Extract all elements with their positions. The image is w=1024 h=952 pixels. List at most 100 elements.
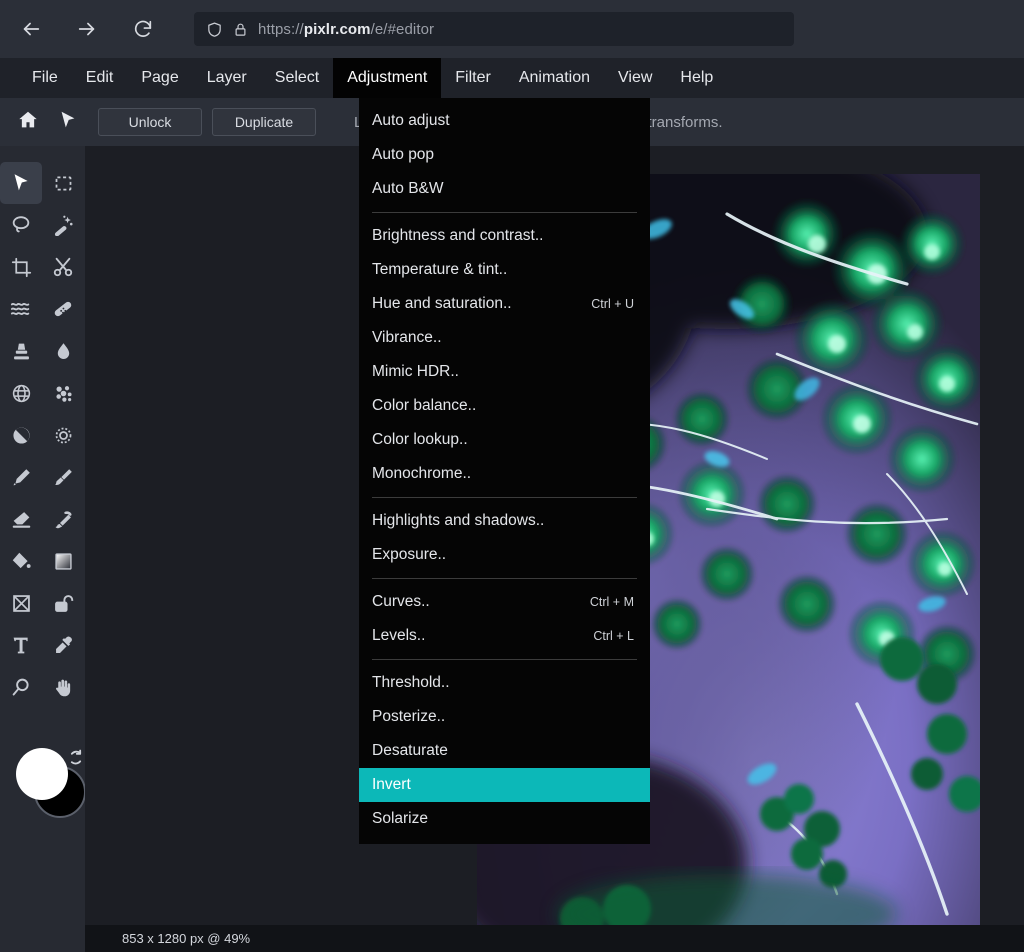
menu-item-filter[interactable]: Filter	[441, 58, 505, 98]
menu-option-desaturate[interactable]: Desaturate	[359, 734, 650, 768]
menu-item-animation[interactable]: Animation	[505, 58, 604, 98]
brush-tool[interactable]	[42, 456, 84, 498]
menu-item-view[interactable]: View	[604, 58, 666, 98]
menu-option-threshold[interactable]: Threshold..	[359, 666, 650, 700]
toolbar-cursor-button[interactable]	[48, 102, 88, 142]
mesh-tool[interactable]	[0, 372, 42, 414]
gear-icon	[53, 425, 74, 446]
lasso-select-tool[interactable]	[0, 204, 42, 246]
smudge-brush-icon	[53, 509, 74, 530]
forward-button[interactable]	[70, 12, 104, 46]
globe-grid-icon	[11, 383, 32, 404]
menu-option-temperature-tint[interactable]: Temperature & tint..	[359, 253, 650, 287]
magnifier-icon	[11, 677, 32, 698]
text-tool[interactable]	[0, 624, 42, 666]
browser-toolbar: https://pixlr.com/e/#editor	[0, 0, 1024, 58]
menu-option-hue-and-saturation[interactable]: Hue and saturation..Ctrl + U	[359, 287, 650, 321]
crop-tool[interactable]	[0, 246, 42, 288]
duplicate-button[interactable]: Duplicate	[212, 108, 316, 136]
swap-arrow-icon[interactable]	[66, 748, 86, 768]
menu-option-label: Temperature & tint..	[372, 261, 507, 279]
status-bar: 853 x 1280 px @ 49%	[85, 925, 1024, 952]
menu-option-color-lookup[interactable]: Color lookup..	[359, 423, 650, 457]
sharpen-tool[interactable]	[42, 414, 84, 456]
url-path: /e/#editor	[371, 21, 435, 38]
color-picker-tool[interactable]	[42, 624, 84, 666]
menu-option-label: Solarize	[372, 810, 428, 828]
menu-option-levels[interactable]: Levels..Ctrl + L	[359, 619, 650, 653]
url-bar[interactable]: https://pixlr.com/e/#editor	[194, 12, 794, 46]
unlock-button[interactable]: Unlock	[98, 108, 202, 136]
menu-option-invert[interactable]: Invert	[359, 768, 650, 802]
menu-option-auto-pop[interactable]: Auto pop	[359, 138, 650, 172]
shape-tool[interactable]	[0, 582, 42, 624]
menu-option-label: Auto pop	[372, 146, 434, 164]
magic-wand-tool[interactable]	[42, 204, 84, 246]
menu-option-mimic-hdr[interactable]: Mimic HDR..	[359, 355, 650, 389]
menu-item-adjustment[interactable]: Adjustment	[333, 58, 441, 98]
blur-tool[interactable]	[42, 330, 84, 372]
menu-option-label: Mimic HDR..	[372, 363, 459, 381]
reload-button[interactable]	[126, 12, 160, 46]
heal-tool[interactable]	[42, 288, 84, 330]
cutout-tool[interactable]	[42, 246, 84, 288]
menu-option-shortcut: Ctrl + U	[591, 297, 634, 311]
menu-option-label: Invert	[372, 776, 411, 794]
water-drop-icon	[53, 341, 74, 362]
menu-option-auto-b-w[interactable]: Auto B&W	[359, 172, 650, 206]
menu-option-exposure[interactable]: Exposure..	[359, 538, 650, 572]
detail-tool[interactable]	[42, 372, 84, 414]
menu-option-color-balance[interactable]: Color balance..	[359, 389, 650, 423]
lasso-icon	[10, 214, 32, 236]
menu-item-page[interactable]: Page	[127, 58, 192, 98]
menu-item-edit[interactable]: Edit	[72, 58, 128, 98]
menu-option-brightness-and-contrast[interactable]: Brightness and contrast..	[359, 219, 650, 253]
home-button[interactable]	[8, 102, 48, 142]
menu-option-vibrance[interactable]: Vibrance..	[359, 321, 650, 355]
dodge-burn-tool[interactable]	[0, 414, 42, 456]
menu-option-solarize[interactable]: Solarize	[359, 802, 650, 836]
menu-item-help[interactable]: Help	[666, 58, 727, 98]
clone-stamp-tool[interactable]	[0, 330, 42, 372]
color-swatch[interactable]	[8, 742, 86, 822]
paint-bucket-tool[interactable]	[0, 540, 42, 582]
menu-option-auto-adjust[interactable]: Auto adjust	[359, 104, 650, 138]
liquify-tool[interactable]	[0, 288, 42, 330]
stamp-icon	[11, 341, 32, 362]
menu-option-label: Monochrome..	[372, 465, 471, 483]
foreground-color-swatch[interactable]	[16, 748, 68, 800]
document-info: 853 x 1280 px @ 49%	[122, 931, 250, 946]
menu-separator	[372, 212, 637, 213]
menu-option-curves[interactable]: Curves.. Ctrl + M	[359, 585, 650, 619]
menu-separator	[372, 578, 637, 579]
application-menubar: FileEditPageLayerSelectAdjustmentFilterA…	[0, 58, 1024, 98]
menu-item-file[interactable]: File	[18, 58, 72, 98]
menu-option-label: Curves..	[372, 593, 430, 611]
smudge-tool[interactable]	[42, 498, 84, 540]
shield-icon[interactable]	[206, 21, 223, 38]
menu-option-posterize[interactable]: Posterize..	[359, 700, 650, 734]
arrange-tool[interactable]	[0, 162, 42, 204]
lock-tool[interactable]	[42, 582, 84, 624]
eyedropper-icon	[53, 635, 74, 656]
menu-item-layer[interactable]: Layer	[193, 58, 261, 98]
lock-icon[interactable]	[233, 22, 248, 37]
zoom-tool[interactable]	[0, 666, 42, 708]
menu-option-label: Auto B&W	[372, 180, 444, 198]
adjustment-dropdown-menu[interactable]: Auto adjust Auto pop Auto B&W Brightness an…	[359, 98, 650, 844]
pen-tool[interactable]	[0, 456, 42, 498]
menu-item-select[interactable]: Select	[261, 58, 333, 98]
hand-tool[interactable]	[42, 666, 84, 708]
eraser-tool[interactable]	[0, 498, 42, 540]
menu-option-monochrome[interactable]: Monochrome..	[359, 457, 650, 491]
menu-option-label: Threshold..	[372, 674, 450, 692]
gradient-tool[interactable]	[42, 540, 84, 582]
url-domain: pixlr.com	[304, 21, 371, 38]
menu-option-shortcut: Ctrl + M	[590, 595, 634, 609]
marquee-select-tool[interactable]	[42, 162, 84, 204]
reload-icon	[132, 18, 154, 40]
back-button[interactable]	[14, 12, 48, 46]
menu-option-label: Color lookup..	[372, 431, 468, 449]
menu-option-highlights-and-shadows[interactable]: Highlights and shadows..	[359, 504, 650, 538]
waves-icon	[10, 298, 32, 320]
